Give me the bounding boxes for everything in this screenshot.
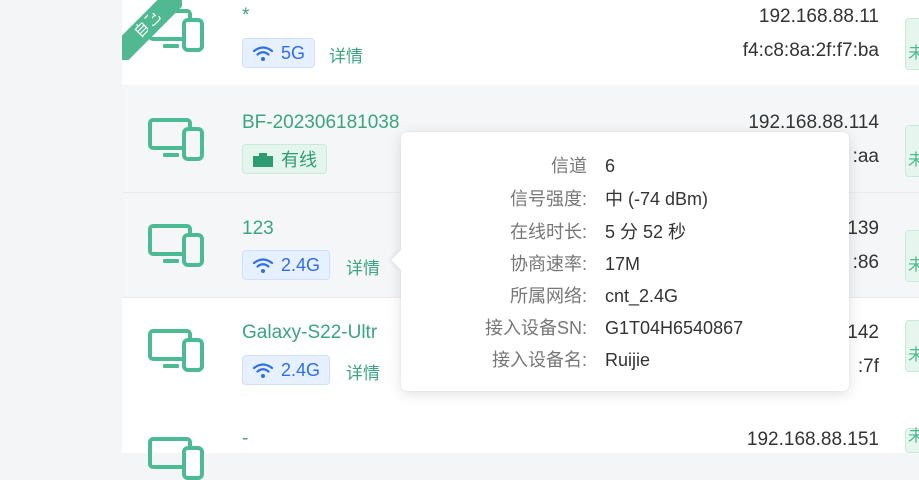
wifi-icon <box>252 257 274 273</box>
side-action-label: 未 <box>907 257 919 274</box>
desktop-phone-icon <box>148 437 204 480</box>
device-name: - <box>242 428 249 449</box>
side-action-button[interactable]: 未 <box>905 18 919 70</box>
side-action-button[interactable]: 未 <box>905 125 919 177</box>
side-action-button[interactable]: 未 <box>905 428 919 453</box>
tooltip-label: 在线时长: <box>509 222 587 242</box>
connection-badge: 5G <box>242 38 316 68</box>
desktop-phone-icon <box>148 118 204 161</box>
tooltip-label: 信道 <box>551 156 587 176</box>
desktop-phone-icon <box>148 9 204 52</box>
wifi-detail-tooltip: 信道 6 信号强度: 中 (-74 dBm) 在线时长: 5 分 52 秒 协商… <box>391 132 849 391</box>
detail-link[interactable]: 详情 <box>329 42 363 67</box>
connection-label: 有线 <box>281 150 317 170</box>
side-action-button[interactable]: 未 <box>905 230 919 282</box>
tooltip-value: cnt_2.4G <box>605 286 679 306</box>
mac-address: :aa <box>852 146 879 167</box>
tooltip-row-ap-sn: 接入设备SN: G1T04H6540867 <box>401 313 849 343</box>
tooltip-label: 协商速率: <box>509 254 587 274</box>
tooltip-row-signal: 信号强度: 中 (-74 dBm) <box>401 184 849 214</box>
tooltip-label: 接入设备名: <box>491 350 587 370</box>
tooltip-row-online-time: 在线时长: 5 分 52 秒 <box>401 217 849 247</box>
tooltip-value: 6 <box>605 156 616 176</box>
tooltip-row-network: 所属网络: cnt_2.4G <box>401 281 849 311</box>
detail-link[interactable]: 详情 <box>346 359 380 384</box>
ip-address: 192.168.88.151 <box>746 429 879 450</box>
ip-address: 142 <box>847 322 879 343</box>
wifi-icon <box>252 362 274 378</box>
connection-label: 2.4G <box>281 254 321 275</box>
connection-badge: 有线 <box>242 144 327 174</box>
device-name: BF-202306181038 <box>242 112 400 133</box>
device-row[interactable]: - 192.168.88.151 未 <box>122 406 919 480</box>
mac-address: :86 <box>852 252 879 273</box>
tooltip-value: Ruijie <box>605 350 651 370</box>
tooltip-value: 5 分 52 秒 <box>605 222 687 242</box>
side-action-button[interactable]: 未 <box>905 320 919 372</box>
desktop-phone-icon <box>148 224 204 267</box>
side-action-label: 未 <box>907 347 919 364</box>
connection-label: 5G <box>281 42 306 63</box>
connection-badge: 2.4G <box>242 355 331 385</box>
desktop-phone-icon <box>148 329 204 372</box>
connection-badge: 2.4G <box>242 250 331 280</box>
mac-address: f4:c8:8a:2f:f7:ba <box>742 40 879 61</box>
tooltip-value: 17M <box>605 254 641 274</box>
ip-address: 192.168.88.11 <box>758 6 879 27</box>
tooltip-label: 信号强度: <box>509 189 587 209</box>
side-action-label: 未 <box>907 152 919 169</box>
device-name: * <box>242 5 250 26</box>
tooltip-row-channel: 信道 6 <box>401 151 849 181</box>
device-name: 123 <box>242 218 274 239</box>
tooltip-label: 接入设备SN: <box>484 318 587 338</box>
tooltip-value: G1T04H6540867 <box>605 318 744 338</box>
ethernet-icon <box>253 152 273 167</box>
device-name: Galaxy-S22-Ultr <box>242 322 378 343</box>
side-action-label: 未 <box>907 428 919 445</box>
connection-label: 2.4G <box>281 359 321 380</box>
tooltip-row-rate: 协商速率: 17M <box>401 249 849 279</box>
tooltip-label: 所属网络: <box>509 286 587 306</box>
tooltip-value: 中 (-74 dBm) <box>605 189 709 209</box>
tooltip-row-ap-name: 接入设备名: Ruijie <box>401 345 849 375</box>
detail-link[interactable]: 详情 <box>346 254 380 279</box>
device-row[interactable]: 自己 * 5G 详情 192.168.88.11 f4:c8:8a:2f:f7:… <box>122 0 919 85</box>
side-action-label: 未 <box>907 45 919 62</box>
mac-address: :7f <box>857 356 879 377</box>
ip-address: 139 <box>847 218 879 239</box>
wifi-icon <box>252 45 274 61</box>
ip-address: 192.168.88.114 <box>748 112 879 133</box>
